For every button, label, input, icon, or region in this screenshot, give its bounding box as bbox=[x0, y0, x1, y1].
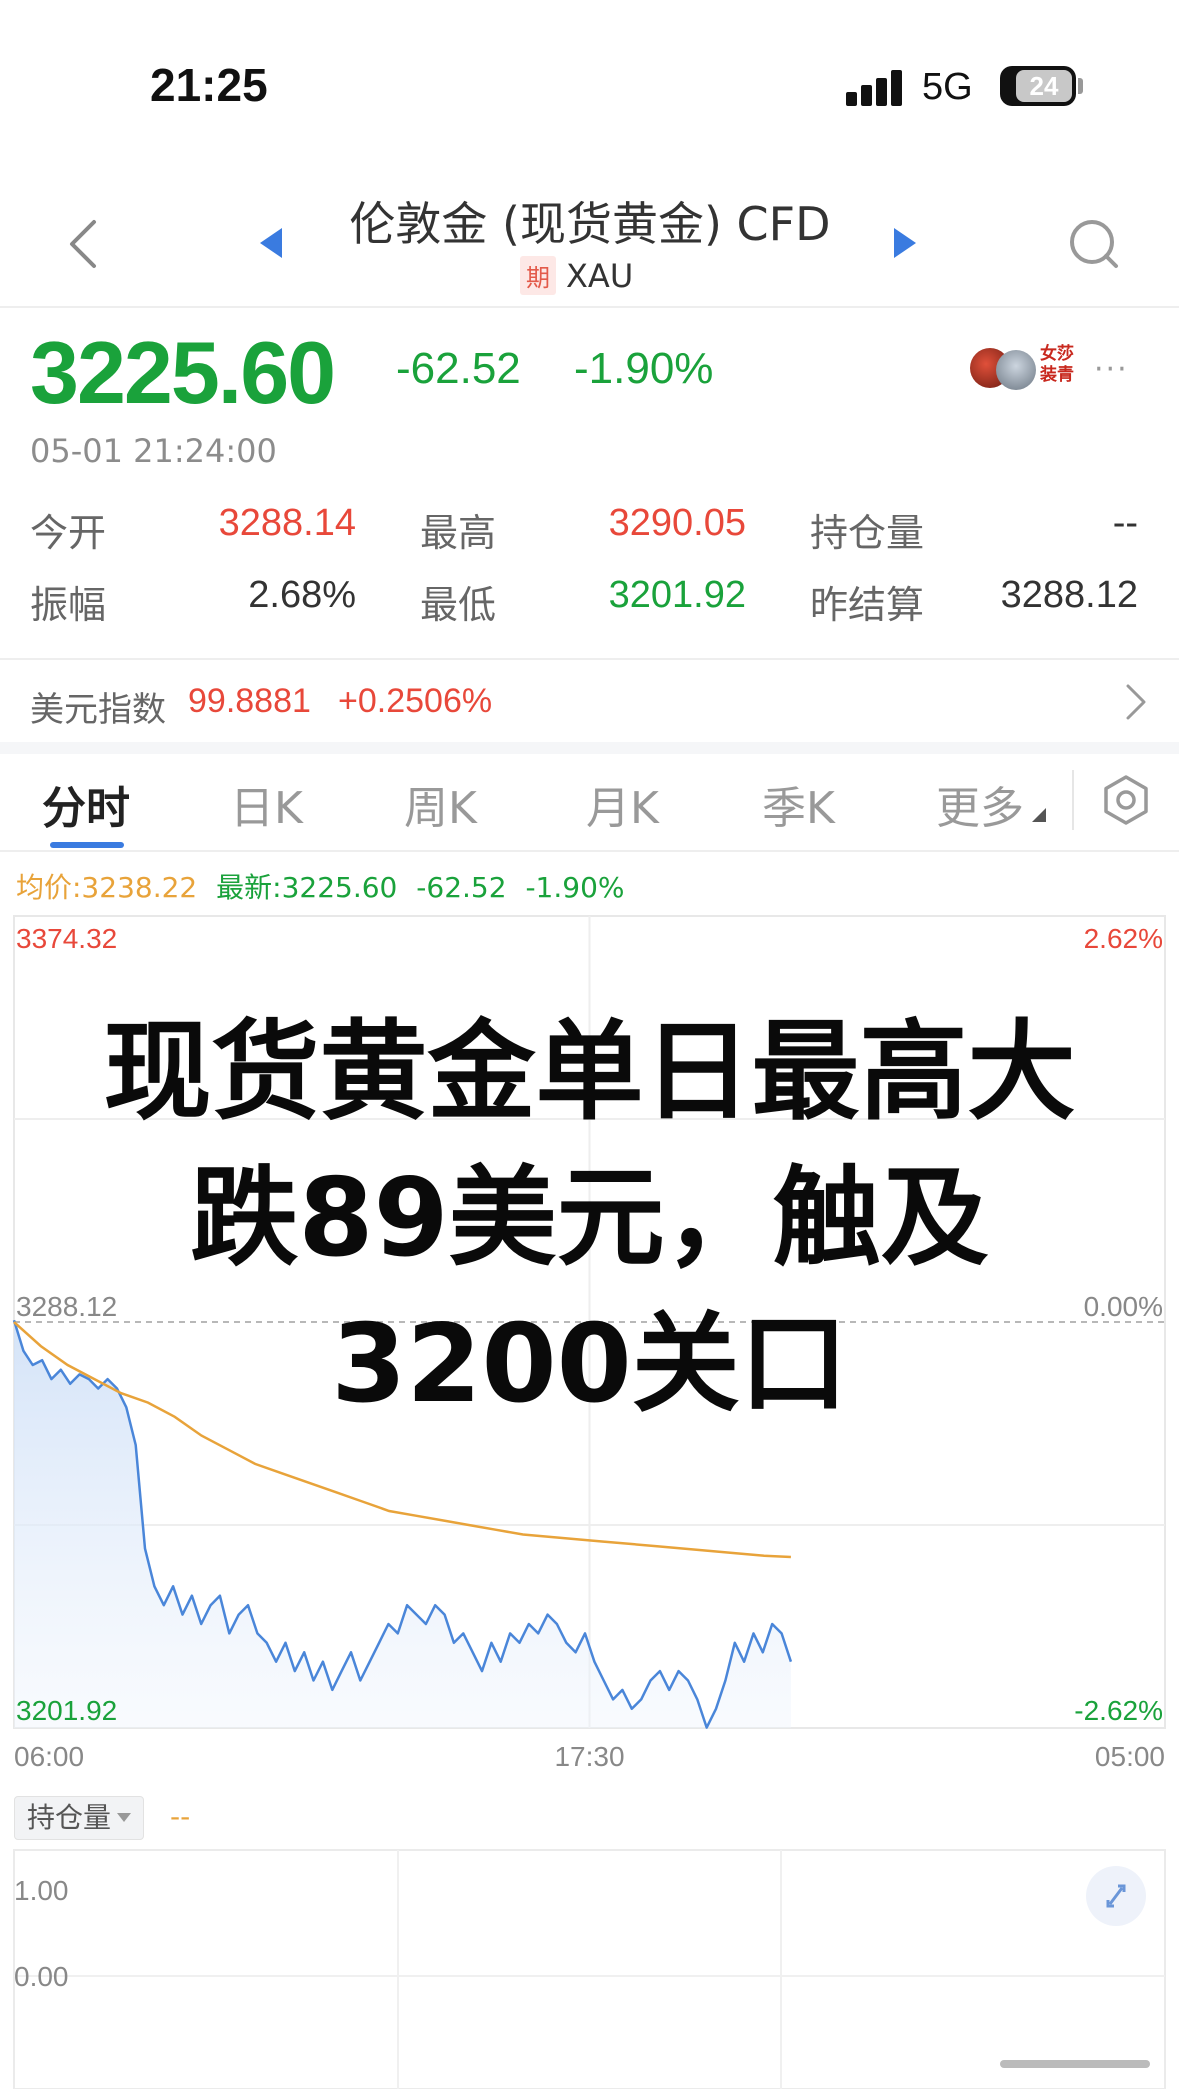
header-divider bbox=[0, 306, 1179, 308]
home-indicator bbox=[1000, 2060, 1150, 2068]
promo-avatar-text: 女莎 装青 bbox=[1040, 344, 1074, 385]
headline-overlay: 现货黄金单日最高大 跌89美元，触及 3200关口 bbox=[0, 1000, 1179, 1438]
promo-avatar[interactable]: 女莎 装青 bbox=[970, 344, 1082, 390]
status-time: 21:25 bbox=[150, 59, 268, 111]
settings-icon[interactable] bbox=[1100, 774, 1152, 826]
last-price: 3225.60 bbox=[30, 323, 336, 422]
tab-quarterly-k[interactable]: 季K bbox=[762, 772, 835, 836]
volume-tick-bottom: 0.00 bbox=[14, 1961, 69, 1992]
tab-intraday[interactable]: 分时 bbox=[42, 772, 130, 836]
dropdown-icon bbox=[117, 1813, 132, 1822]
usd-index-change: +0.2506% bbox=[338, 682, 493, 720]
stat-label-low: 最低 bbox=[420, 583, 497, 627]
expand-button[interactable] bbox=[1086, 1866, 1146, 1926]
stat-value-open-interest: -- bbox=[1112, 502, 1138, 544]
chevron-right-icon bbox=[1126, 684, 1146, 720]
headline-line-2: 跌89美元，触及 bbox=[190, 1156, 989, 1281]
stat-label-open-interest: 持仓量 bbox=[810, 511, 925, 555]
volume-selector[interactable]: 持仓量 bbox=[14, 1796, 145, 1840]
next-instrument-icon[interactable] bbox=[892, 228, 918, 258]
y-left-tick-top: 3374.32 bbox=[16, 923, 117, 954]
search-icon[interactable] bbox=[1066, 216, 1122, 272]
tab-separator bbox=[1072, 770, 1074, 830]
signal-icon bbox=[846, 70, 904, 106]
symbol-subtitle: 期 XAU bbox=[520, 256, 633, 295]
y-right-tick-top: 2.62% bbox=[1084, 923, 1163, 954]
tab-daily-k[interactable]: 日K bbox=[230, 772, 303, 836]
battery-icon: 24 bbox=[1000, 66, 1076, 106]
usd-index-value: 99.8881 bbox=[188, 682, 311, 720]
more-dropdown-icon bbox=[1032, 808, 1046, 822]
battery-level: 24 bbox=[1029, 71, 1059, 101]
headline-line-3: 3200关口 bbox=[331, 1302, 848, 1427]
y-right-tick-bottom: -2.62% bbox=[1074, 1695, 1163, 1726]
stat-label-amplitude: 振幅 bbox=[30, 583, 107, 627]
stat-label-open: 今开 bbox=[30, 511, 107, 555]
tab-more[interactable]: 更多 bbox=[936, 772, 1024, 836]
stat-value-high: 3290.05 bbox=[608, 502, 746, 544]
quote-timestamp: 05-01 21:24:00 bbox=[30, 432, 277, 470]
stat-label-prev-settle: 昨结算 bbox=[810, 583, 925, 627]
tab-active-indicator bbox=[50, 842, 124, 848]
y-left-tick-bottom: 3201.92 bbox=[16, 1695, 117, 1726]
futures-badge: 期 bbox=[520, 256, 556, 295]
usd-index-row[interactable]: 美元指数 99.8881 +0.2506% bbox=[0, 660, 1179, 742]
price-change: -62.52 bbox=[396, 344, 521, 393]
stat-value-low: 3201.92 bbox=[608, 574, 746, 616]
network-label: 5G bbox=[922, 66, 973, 108]
stat-value-amplitude: 2.68% bbox=[248, 574, 356, 616]
more-icon[interactable]: ··· bbox=[1094, 352, 1129, 387]
back-icon[interactable] bbox=[66, 218, 102, 270]
x-tick-start: 06:00 bbox=[14, 1741, 84, 1772]
x-tick-mid: 17:30 bbox=[554, 1741, 624, 1772]
price-change-pct: -1.90% bbox=[574, 344, 714, 393]
page-title: 伦敦金 (现货黄金) CFD bbox=[349, 197, 831, 251]
battery-tip bbox=[1078, 78, 1083, 94]
stat-value-prev-settle: 3288.12 bbox=[1000, 574, 1138, 616]
stat-label-high: 最高 bbox=[420, 511, 497, 555]
volume-selector-label: 持仓量 bbox=[27, 1801, 112, 1834]
usd-index-label: 美元指数 bbox=[30, 690, 166, 730]
section-gap bbox=[0, 742, 1179, 754]
volume-value: -- bbox=[170, 1800, 191, 1833]
tab-monthly-k[interactable]: 月K bbox=[586, 772, 659, 836]
tabs-divider bbox=[0, 850, 1179, 852]
expand-icon bbox=[1106, 1884, 1126, 1908]
volume-frame bbox=[13, 1849, 1166, 2089]
tab-weekly-k[interactable]: 周K bbox=[404, 772, 477, 836]
headline-line-1: 现货黄金单日最高大 bbox=[103, 1010, 1076, 1135]
stat-value-open: 3288.14 bbox=[218, 502, 356, 544]
x-tick-end: 05:00 bbox=[1095, 1741, 1165, 1772]
volume-tick-top: 1.00 bbox=[14, 1875, 69, 1906]
symbol-code: XAU bbox=[566, 256, 634, 295]
